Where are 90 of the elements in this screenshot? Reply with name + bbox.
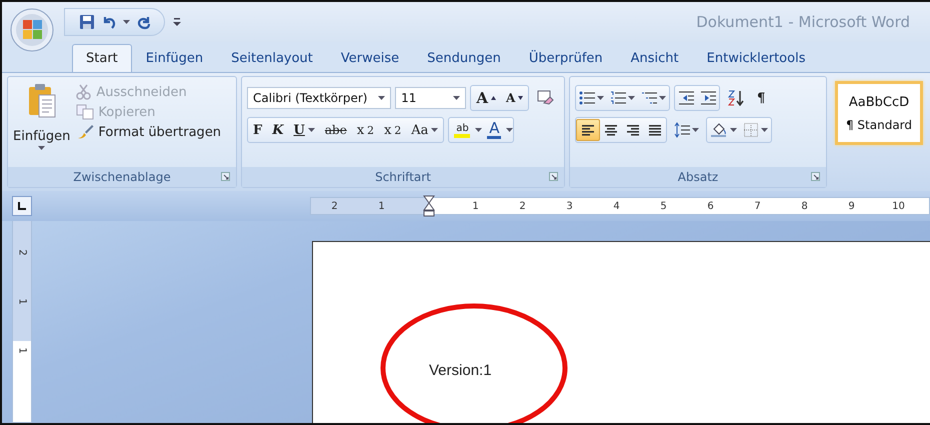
ruler-number: 6 (707, 200, 714, 212)
caret-icon (730, 128, 737, 132)
down-arrow-icon (518, 96, 524, 100)
copy-icon (76, 104, 94, 120)
group-title: Absatz (678, 170, 718, 184)
caret-icon (597, 96, 604, 100)
caret-icon (761, 128, 768, 132)
caret-icon (659, 96, 666, 100)
tab-selector-button[interactable] (12, 196, 32, 216)
ribbon-tab[interactable]: Entwicklertools (692, 44, 820, 72)
save-icon[interactable] (79, 14, 95, 30)
align-icon (580, 122, 596, 138)
ruler-number: 9 (848, 200, 855, 212)
color-swatch-icon (487, 136, 502, 139)
up-arrow-icon (490, 96, 496, 100)
ruler-number: 1 (16, 347, 28, 354)
ruler-number: 8 (801, 200, 808, 212)
caret-icon (453, 96, 460, 100)
show-formatting-button[interactable]: ¶ (752, 87, 770, 109)
ruler-number: 1 (16, 298, 28, 305)
scissors-icon (76, 84, 92, 100)
undo-dropdown-icon (123, 20, 130, 24)
align-icon (625, 122, 641, 138)
customize-toolbar-icon[interactable] (173, 18, 181, 26)
paint-bucket-icon (710, 122, 728, 138)
window-title: Dokument1 - Microsoft Word (696, 13, 910, 31)
format-button[interactable]: U (288, 119, 320, 141)
ruler-number: 2 (519, 200, 526, 212)
paintbrush-icon (76, 124, 94, 140)
format-button[interactable]: abe (320, 119, 352, 141)
ribbon-tab[interactable]: Sendungen (413, 44, 515, 72)
caret-icon (378, 96, 386, 100)
sort-icon (727, 90, 745, 106)
group-title: Zwischenablage (73, 170, 171, 184)
redo-icon[interactable] (136, 14, 152, 30)
paste-button[interactable]: Einfügen (13, 81, 70, 163)
caret-icon (308, 128, 315, 132)
ruler-number: 7 (754, 200, 761, 212)
dialog-launcher-icon[interactable] (811, 172, 820, 181)
ruler-number: 4 (613, 200, 620, 212)
grow-font-button[interactable]: A (471, 87, 501, 109)
align-icon (647, 122, 663, 138)
ribbon-tab[interactable]: Einfügen (132, 44, 218, 72)
ruler-number: 10 (892, 200, 905, 212)
align-icon (603, 122, 619, 138)
ribbon-tab[interactable]: Seitenlayout (217, 44, 327, 72)
ribbon-tab[interactable]: Ansicht (616, 44, 693, 72)
group-title: Schriftart (375, 170, 431, 184)
caret-icon (38, 146, 46, 150)
ribbon-tab[interactable]: Überprüfen (514, 44, 617, 72)
font-color-button[interactable]: A (482, 119, 506, 141)
bullet-list-icon (579, 91, 595, 105)
ribbon-tab[interactable]: Verweise (326, 44, 414, 72)
highlight-swatch-icon (454, 134, 470, 138)
ruler-number: 5 (660, 200, 667, 212)
font-name-field[interactable]: Calibri (Textkörper) (247, 87, 392, 109)
caret-icon (431, 128, 438, 132)
line-spacing-icon (674, 122, 690, 138)
ruler-number: 1 (472, 200, 479, 212)
highlight-dropdown-icon (475, 128, 482, 132)
font-size-field[interactable]: 11 (395, 87, 466, 109)
clipboard-icon (26, 83, 57, 119)
multilevel-list-icon (641, 91, 657, 105)
align-button[interactable] (576, 119, 600, 141)
ruler-number: 3 (566, 200, 573, 212)
style-gallery-item[interactable]: AaBbCcD ¶ Standard (835, 81, 923, 145)
ruler-number: 1 (378, 200, 385, 212)
indent-marker-icon[interactable] (422, 195, 434, 217)
format-button[interactable]: F (248, 119, 268, 141)
highlight-button[interactable]: ab (449, 119, 476, 141)
undo-icon[interactable] (101, 14, 117, 30)
clipboard-command[interactable]: Format übertragen (76, 124, 222, 140)
ribbon-tab[interactable]: Start (72, 44, 132, 72)
format-button[interactable]: K (267, 119, 289, 141)
shrink-font-button[interactable]: A (500, 87, 528, 109)
dialog-launcher-icon[interactable] (221, 172, 230, 181)
dialog-launcher-icon[interactable] (549, 172, 558, 181)
ruler-number: 2 (16, 249, 28, 256)
eraser-icon (536, 89, 554, 107)
ruler-number: 2 (331, 200, 338, 212)
border-grid-icon (743, 122, 759, 138)
caret-icon (628, 96, 635, 100)
caret-icon (692, 128, 699, 132)
left-tab-icon (18, 202, 26, 210)
format-button[interactable]: Aa (406, 119, 444, 141)
numbered-list-icon (610, 91, 626, 105)
font-color-dropdown-icon (506, 128, 514, 132)
document-text: Version:1 (429, 362, 492, 380)
indent-icon (700, 91, 716, 105)
outdent-icon (678, 91, 694, 105)
